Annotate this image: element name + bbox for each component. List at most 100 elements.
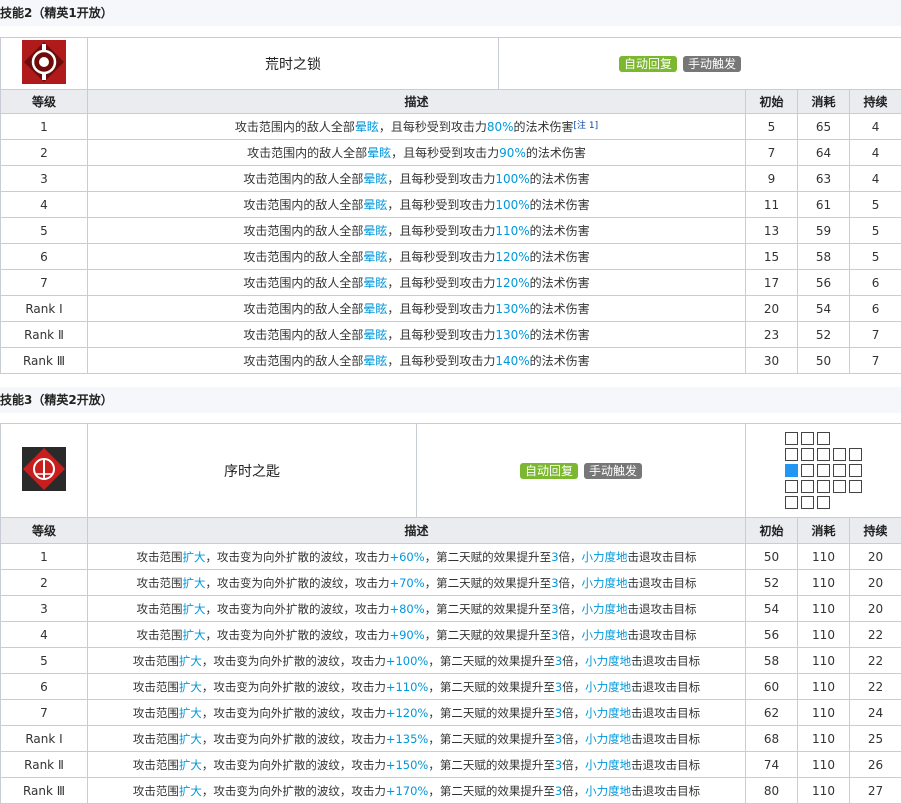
desc-value: 120% bbox=[495, 250, 529, 264]
description-cell: 攻击范围内的敌人全部晕眩，且每秒受到攻击力120%的法术伤害 bbox=[88, 244, 746, 270]
initial-sp-cell: 11 bbox=[746, 192, 798, 218]
table-row: 4攻击范围扩大，攻击变为向外扩散的波纹，攻击力+90%，第二天赋的效果提升至3倍… bbox=[1, 622, 901, 648]
desc-text: 倍， bbox=[562, 758, 585, 772]
section-title-skill2: 技能2（精英1开放） bbox=[0, 0, 901, 26]
desc-text: ，第二天赋的效果提升至 bbox=[428, 784, 555, 798]
desc-text: 的法术伤害 bbox=[530, 276, 590, 290]
desc-value: 90% bbox=[499, 146, 526, 160]
level-cell: Rank Ⅰ bbox=[1, 726, 88, 752]
sp-cost-cell: 110 bbox=[798, 570, 850, 596]
desc-keyword: 晕眩 bbox=[363, 172, 387, 186]
desc-keyword: +60% bbox=[389, 550, 424, 564]
desc-keyword: 小力度地 bbox=[585, 784, 631, 798]
desc-keyword: +100% bbox=[386, 654, 429, 668]
skill3-tags-cell: 自动回复手动触发 bbox=[417, 424, 746, 518]
desc-text: 倍， bbox=[562, 732, 585, 746]
desc-text: 倍， bbox=[559, 628, 582, 642]
desc-text: ，第二天赋的效果提升至 bbox=[425, 628, 552, 642]
desc-keyword: 晕眩 bbox=[355, 120, 379, 134]
desc-text: 击退攻击目标 bbox=[628, 602, 697, 616]
skill2-table: 荒时之锁 自动回复手动触发 等级 描述 初始 消耗 持续 1攻击范围内的敌人全部… bbox=[0, 37, 901, 374]
table-row: 3攻击范围扩大，攻击变为向外扩散的波纹，攻击力+80%，第二天赋的效果提升至3倍… bbox=[1, 596, 901, 622]
desc-text: 攻击范围内的敌人全部 bbox=[243, 172, 363, 186]
desc-text: ，攻击变为向外扩散的波纹，攻击力 bbox=[202, 732, 386, 746]
desc-keyword: 小力度地 bbox=[582, 550, 628, 564]
desc-text: 攻击范围 bbox=[136, 628, 182, 642]
footnote-link[interactable]: [注 1] bbox=[574, 121, 599, 131]
desc-text: 的法术伤害 bbox=[530, 172, 590, 186]
initial-sp-cell: 7 bbox=[746, 140, 798, 166]
level-cell: Rank Ⅱ bbox=[1, 752, 88, 778]
description-cell: 攻击范围内的敌人全部晕眩，且每秒受到攻击力90%的法术伤害 bbox=[88, 140, 746, 166]
initial-sp-cell: 54 bbox=[746, 596, 798, 622]
level-cell: 3 bbox=[1, 166, 88, 192]
sp-cost-cell: 110 bbox=[798, 648, 850, 674]
duration-cell: 4 bbox=[850, 140, 901, 166]
desc-text: ，第二天赋的效果提升至 bbox=[428, 654, 555, 668]
skill2-tags-cell: 自动回复手动触发 bbox=[499, 38, 901, 90]
desc-text: 攻击范围 bbox=[133, 784, 179, 798]
desc-text: 攻击范围内的敌人全部 bbox=[247, 146, 367, 160]
duration-cell: 22 bbox=[850, 622, 901, 648]
desc-text: ，且每秒受到攻击力 bbox=[387, 250, 495, 264]
desc-text: 攻击范围内的敌人全部 bbox=[243, 224, 363, 238]
desc-keyword: 扩大 bbox=[179, 784, 202, 798]
desc-text: 的法术伤害 bbox=[530, 224, 590, 238]
skill3-name: 序时之匙 bbox=[224, 464, 280, 480]
duration-cell: 5 bbox=[850, 218, 901, 244]
level-cell: 4 bbox=[1, 622, 88, 648]
desc-text: 攻击范围内的敌人全部 bbox=[243, 198, 363, 212]
description-cell: 攻击范围内的敌人全部晕眩，且每秒受到攻击力80%的法术伤害[注 1] bbox=[88, 114, 746, 140]
initial-sp-cell: 52 bbox=[746, 570, 798, 596]
table-row: 2攻击范围扩大，攻击变为向外扩散的波纹，攻击力+70%，第二天赋的效果提升至3倍… bbox=[1, 570, 901, 596]
desc-text: 倍， bbox=[562, 680, 585, 694]
desc-text: 倍， bbox=[559, 576, 582, 590]
desc-keyword: 晕眩 bbox=[363, 276, 387, 290]
duration-cell: 22 bbox=[850, 674, 901, 700]
desc-text: 攻击范围内的敌人全部 bbox=[243, 276, 363, 290]
initial-sp-cell: 60 bbox=[746, 674, 798, 700]
level-cell: 6 bbox=[1, 674, 88, 700]
level-cell: 4 bbox=[1, 192, 88, 218]
desc-text: 攻击范围内的敌人全部 bbox=[243, 328, 363, 342]
table-row: 3攻击范围内的敌人全部晕眩，且每秒受到攻击力100%的法术伤害9634 bbox=[1, 166, 901, 192]
table-row: 1攻击范围内的敌人全部晕眩，且每秒受到攻击力80%的法术伤害[注 1]5654 bbox=[1, 114, 901, 140]
key-skill-icon bbox=[21, 481, 67, 495]
skill3-icon-cell bbox=[1, 424, 88, 518]
table-row: 7攻击范围扩大，攻击变为向外扩散的波纹，攻击力+120%，第二天赋的效果提升至3… bbox=[1, 700, 901, 726]
attack-range-cell bbox=[746, 424, 901, 518]
table-row: 1攻击范围扩大，攻击变为向外扩散的波纹，攻击力+60%，第二天赋的效果提升至3倍… bbox=[1, 544, 901, 570]
desc-text: 击退攻击目标 bbox=[631, 680, 700, 694]
desc-keyword: +80% bbox=[389, 602, 424, 616]
desc-text: 攻击范围 bbox=[133, 706, 179, 720]
desc-keyword: 晕眩 bbox=[363, 198, 387, 212]
sp-cost-cell: 50 bbox=[798, 348, 850, 374]
table-row: 6攻击范围扩大，攻击变为向外扩散的波纹，攻击力+110%，第二天赋的效果提升至3… bbox=[1, 674, 901, 700]
duration-cell: 6 bbox=[850, 296, 901, 322]
initial-sp-cell: 80 bbox=[746, 778, 798, 804]
duration-cell: 20 bbox=[850, 570, 901, 596]
description-cell: 攻击范围扩大，攻击变为向外扩散的波纹，攻击力+170%，第二天赋的效果提升至3倍… bbox=[88, 778, 746, 804]
desc-text: 击退攻击目标 bbox=[631, 732, 700, 746]
desc-keyword: 小力度地 bbox=[585, 706, 631, 720]
desc-keyword: 3 bbox=[551, 602, 558, 616]
desc-keyword: 扩大 bbox=[182, 576, 205, 590]
desc-text: 倍， bbox=[562, 706, 585, 720]
desc-text: 的法术伤害 bbox=[530, 250, 590, 264]
description-cell: 攻击范围扩大，攻击变为向外扩散的波纹，攻击力+80%，第二天赋的效果提升至3倍，… bbox=[88, 596, 746, 622]
duration-cell: 7 bbox=[850, 322, 901, 348]
level-cell: 2 bbox=[1, 140, 88, 166]
duration-cell: 6 bbox=[850, 270, 901, 296]
desc-keyword: 晕眩 bbox=[363, 302, 387, 316]
table-row: Rank Ⅰ攻击范围内的敌人全部晕眩，且每秒受到攻击力130%的法术伤害2054… bbox=[1, 296, 901, 322]
initial-sp-cell: 9 bbox=[746, 166, 798, 192]
desc-text: ，攻击变为向外扩散的波纹，攻击力 bbox=[205, 602, 389, 616]
desc-text: 击退攻击目标 bbox=[631, 758, 700, 772]
desc-text: ，第二天赋的效果提升至 bbox=[428, 706, 555, 720]
sp-cost-cell: 110 bbox=[798, 674, 850, 700]
initial-sp-cell: 62 bbox=[746, 700, 798, 726]
desc-value: 100% bbox=[495, 172, 529, 186]
desc-value: 100% bbox=[495, 198, 529, 212]
desc-text: ，攻击变为向外扩散的波纹，攻击力 bbox=[202, 706, 386, 720]
desc-keyword: 晕眩 bbox=[363, 328, 387, 342]
